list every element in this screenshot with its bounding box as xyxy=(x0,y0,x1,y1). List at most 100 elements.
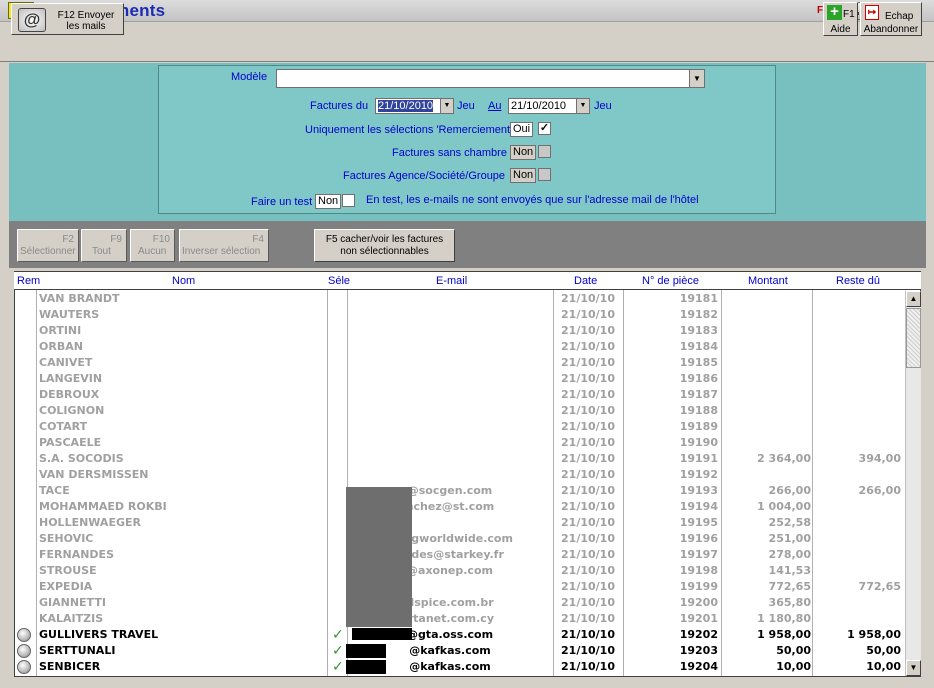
cell-montant: 252,58 xyxy=(768,516,811,529)
cell-reste: 266,00 xyxy=(858,484,901,497)
table-row[interactable]: ✓ SENBICER @kafkas.com 21/10/10 19204 10,00 10… xyxy=(14,659,905,675)
table-row[interactable]: EXPEDIA 21/10/10 19199 772,65 772,65 xyxy=(14,579,905,595)
table-row[interactable]: ✓ SERTTUNALI @kafkas.com 21/10/10 19203 50,00… xyxy=(14,643,905,659)
factures-du-label: Factures du xyxy=(310,100,369,112)
cell-date: 21/10/10 xyxy=(561,516,615,529)
cell-nom: KALAITZIS xyxy=(39,612,104,625)
cell-montant: 141,53 xyxy=(768,564,811,577)
cell-date: 21/10/10 xyxy=(561,564,615,577)
scroll-down-icon[interactable]: ▼ xyxy=(906,660,921,676)
select-none-button[interactable]: F10 Aucun xyxy=(130,229,175,262)
exit-button[interactable]: ↦ Echap Abandonner xyxy=(860,2,922,36)
col-header-reste[interactable]: Reste dû xyxy=(836,275,880,287)
cell-piece: 19203 xyxy=(679,644,718,657)
cell-nom: MOHAMMAED ROKBI xyxy=(39,500,167,513)
table-row[interactable]: ORBAN 21/10/10 19184 xyxy=(14,339,905,355)
vertical-scrollbar[interactable]: ▲ ▼ xyxy=(905,291,921,676)
table-row[interactable]: COTART 21/10/10 19189 xyxy=(14,419,905,435)
table-row[interactable]: MOHAMMAED ROKBI nchez@st.com 21/10/10 19194… xyxy=(14,499,905,515)
col-header-nom[interactable]: Nom xyxy=(172,275,195,287)
table-row[interactable]: HOLLENWAEGER 21/10/10 19195 252,58 xyxy=(14,515,905,531)
table-row[interactable]: PASCAELE 21/10/10 19190 xyxy=(14,435,905,451)
test-note: En test, les e-mails ne sont envoyés que… xyxy=(366,194,699,206)
chevron-down-icon[interactable]: ▼ xyxy=(689,70,704,87)
table-row[interactable]: ✓ GULLIVERS TRAVEL @gta.oss.com 21/10/10 192… xyxy=(14,627,905,643)
cell-date: 21/10/10 xyxy=(561,548,615,561)
cell-piece: 19194 xyxy=(679,500,718,513)
select-button[interactable]: F2 Sélectionner xyxy=(17,229,79,262)
table-row[interactable]: COLIGNON 21/10/10 19188 xyxy=(14,403,905,419)
send-mails-button[interactable]: @ F12 Envoyer les mails xyxy=(11,3,124,35)
date-from-dropdown-icon[interactable]: ▼ xyxy=(440,99,453,113)
table-row[interactable]: ORTINI 21/10/10 19183 xyxy=(14,323,905,339)
date-to-dropdown-icon[interactable]: ▼ xyxy=(576,99,589,113)
table-row[interactable]: STROUSE @axonep.com 21/10/10 19198 141,53 xyxy=(14,563,905,579)
toggle-unselectable-button[interactable]: F5 cacher/voir les factures non sélectio… xyxy=(314,229,455,262)
help-button[interactable]: + F1 Aide xyxy=(823,2,858,36)
table-row[interactable]: SEHOVIC @hrgworldwide.com 21/10/10 19196 251… xyxy=(14,531,905,547)
test-checkbox[interactable] xyxy=(342,194,355,207)
table-row[interactable]: VAN DERSMISSEN 21/10/10 19192 xyxy=(14,467,905,483)
selected-check-icon[interactable]: ✓ xyxy=(332,660,344,674)
col-header-select[interactable]: Séle xyxy=(328,275,350,287)
select-all-button[interactable]: F9 Tout xyxy=(81,229,127,262)
select-key: F2 xyxy=(62,234,74,245)
invert-label: Inverser sélection xyxy=(182,246,261,257)
toolbar xyxy=(0,23,934,62)
table-row[interactable]: VAN BRANDT 21/10/10 19181 xyxy=(14,291,905,307)
plus-icon: + xyxy=(827,4,842,20)
uniquement-checkbox[interactable]: ✓ xyxy=(538,122,551,135)
uniquement-value: Oui xyxy=(510,122,534,137)
table-row[interactable]: S.A. SOCODIS 21/10/10 19191 2 364,00 394,00 xyxy=(14,451,905,467)
cell-piece: 19192 xyxy=(679,468,718,481)
cell-date: 21/10/10 xyxy=(561,452,615,465)
uniquement-label: Uniquement les sélections 'Remerciement' xyxy=(305,124,513,136)
table-row[interactable]: WAUTERS 21/10/10 19182 xyxy=(14,307,905,323)
scroll-up-icon[interactable]: ▲ xyxy=(906,291,921,307)
cell-montant: 1 180,80 xyxy=(757,612,811,625)
agence-checkbox[interactable] xyxy=(538,168,551,181)
cell-piece: 19188 xyxy=(679,404,718,417)
table-row[interactable]: DEBROUX 21/10/10 19187 xyxy=(14,387,905,403)
cell-reste: 50,00 xyxy=(866,644,901,657)
cell-piece: 19193 xyxy=(679,484,718,497)
grid-rows: VAN BRANDT 21/10/10 19181 WAUTERS 21/10/10 19… xyxy=(14,291,905,675)
cell-date: 21/10/10 xyxy=(561,468,615,481)
col-header-montant[interactable]: Montant xyxy=(748,275,788,287)
invert-selection-button[interactable]: F4 Inverser sélection xyxy=(179,229,269,262)
selected-check-icon[interactable]: ✓ xyxy=(332,644,344,658)
modele-select[interactable]: ▼ xyxy=(276,69,705,88)
redaction-bar xyxy=(346,644,386,658)
cell-date: 21/10/10 xyxy=(561,420,615,433)
table-row[interactable]: FERNANDES andes@starkey.fr 21/10/10 19197 27… xyxy=(14,547,905,563)
cell-nom: ORBAN xyxy=(39,340,83,353)
table-row[interactable]: LANGEVIN 21/10/10 19186 xyxy=(14,371,905,387)
col-header-email[interactable]: E-mail xyxy=(436,275,467,287)
cell-montant: 1 004,00 xyxy=(757,500,811,513)
date-to-field[interactable]: 21/10/2010 ▼ xyxy=(508,98,590,114)
cell-nom: VAN BRANDT xyxy=(39,292,120,305)
cell-reste: 1 958,00 xyxy=(847,628,901,641)
cell-montant: 772,65 xyxy=(768,580,811,593)
date-from-field[interactable]: 21/10/2010 ▼ xyxy=(375,98,454,114)
cell-nom: LANGEVIN xyxy=(39,372,103,385)
cell-nom: PASCAELE xyxy=(39,436,102,449)
invert-key: F4 xyxy=(252,234,264,245)
cell-piece: 19200 xyxy=(679,596,718,609)
col-header-piece[interactable]: N° de pièce xyxy=(642,275,699,287)
table-row[interactable]: TACE @socgen.com 21/10/10 19193 266,00 266,00 xyxy=(14,483,905,499)
selected-check-icon[interactable]: ✓ xyxy=(332,628,344,642)
cell-nom: COTART xyxy=(39,420,88,433)
scroll-thumb[interactable] xyxy=(906,308,921,368)
cell-montant: 10,00 xyxy=(776,660,811,673)
col-header-date[interactable]: Date xyxy=(574,275,597,287)
cell-montant: 2 364,00 xyxy=(757,452,811,465)
table-row[interactable]: KALAITZIS ytanet.com.cy 21/10/10 19201 1 180… xyxy=(14,611,905,627)
cell-reste: 10,00 xyxy=(866,660,901,673)
cell-montant: 251,00 xyxy=(768,532,811,545)
table-row[interactable]: CANIVET 21/10/10 19185 xyxy=(14,355,905,371)
col-header-rem[interactable]: Rem xyxy=(17,275,40,287)
sans-chambre-checkbox[interactable] xyxy=(538,145,551,158)
cell-date: 21/10/10 xyxy=(561,596,615,609)
table-row[interactable]: GIANNETTI dspice.com.br 21/10/10 19200 365,8… xyxy=(14,595,905,611)
